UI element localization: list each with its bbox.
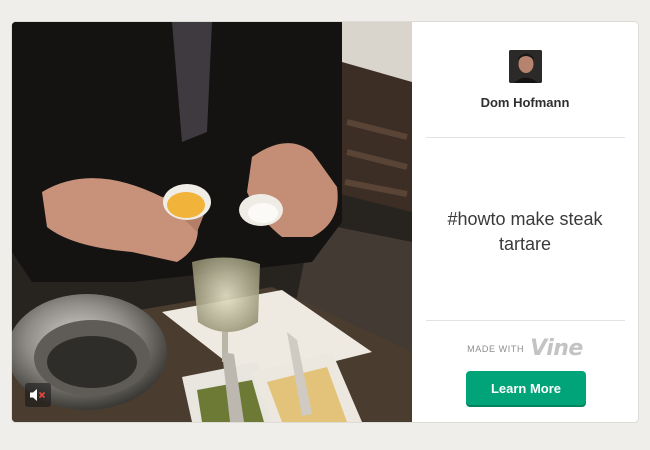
sidebar-panel: Dom Hofmann #howto make steak tartare MA…	[412, 22, 638, 422]
video-frame	[12, 22, 412, 422]
mute-button[interactable]	[25, 383, 51, 407]
vine-embed-card: Dom Hofmann #howto make steak tartare MA…	[12, 22, 638, 422]
made-with-label: MADE WITH	[467, 344, 525, 354]
vine-logo: Vine	[530, 336, 583, 361]
top-divider	[426, 137, 625, 138]
muted-speaker-icon	[30, 389, 45, 401]
made-with-vine[interactable]: MADE WITH Vine	[412, 338, 638, 360]
post-caption: #howto make steak tartare	[447, 209, 603, 254]
bottom-divider	[426, 320, 625, 321]
video-player[interactable]	[12, 22, 412, 422]
learn-more-button[interactable]: Learn More	[466, 371, 586, 405]
username-link[interactable]: Dom Hofmann	[412, 95, 638, 110]
avatar[interactable]	[509, 50, 542, 83]
user-avatar-icon	[509, 50, 542, 83]
